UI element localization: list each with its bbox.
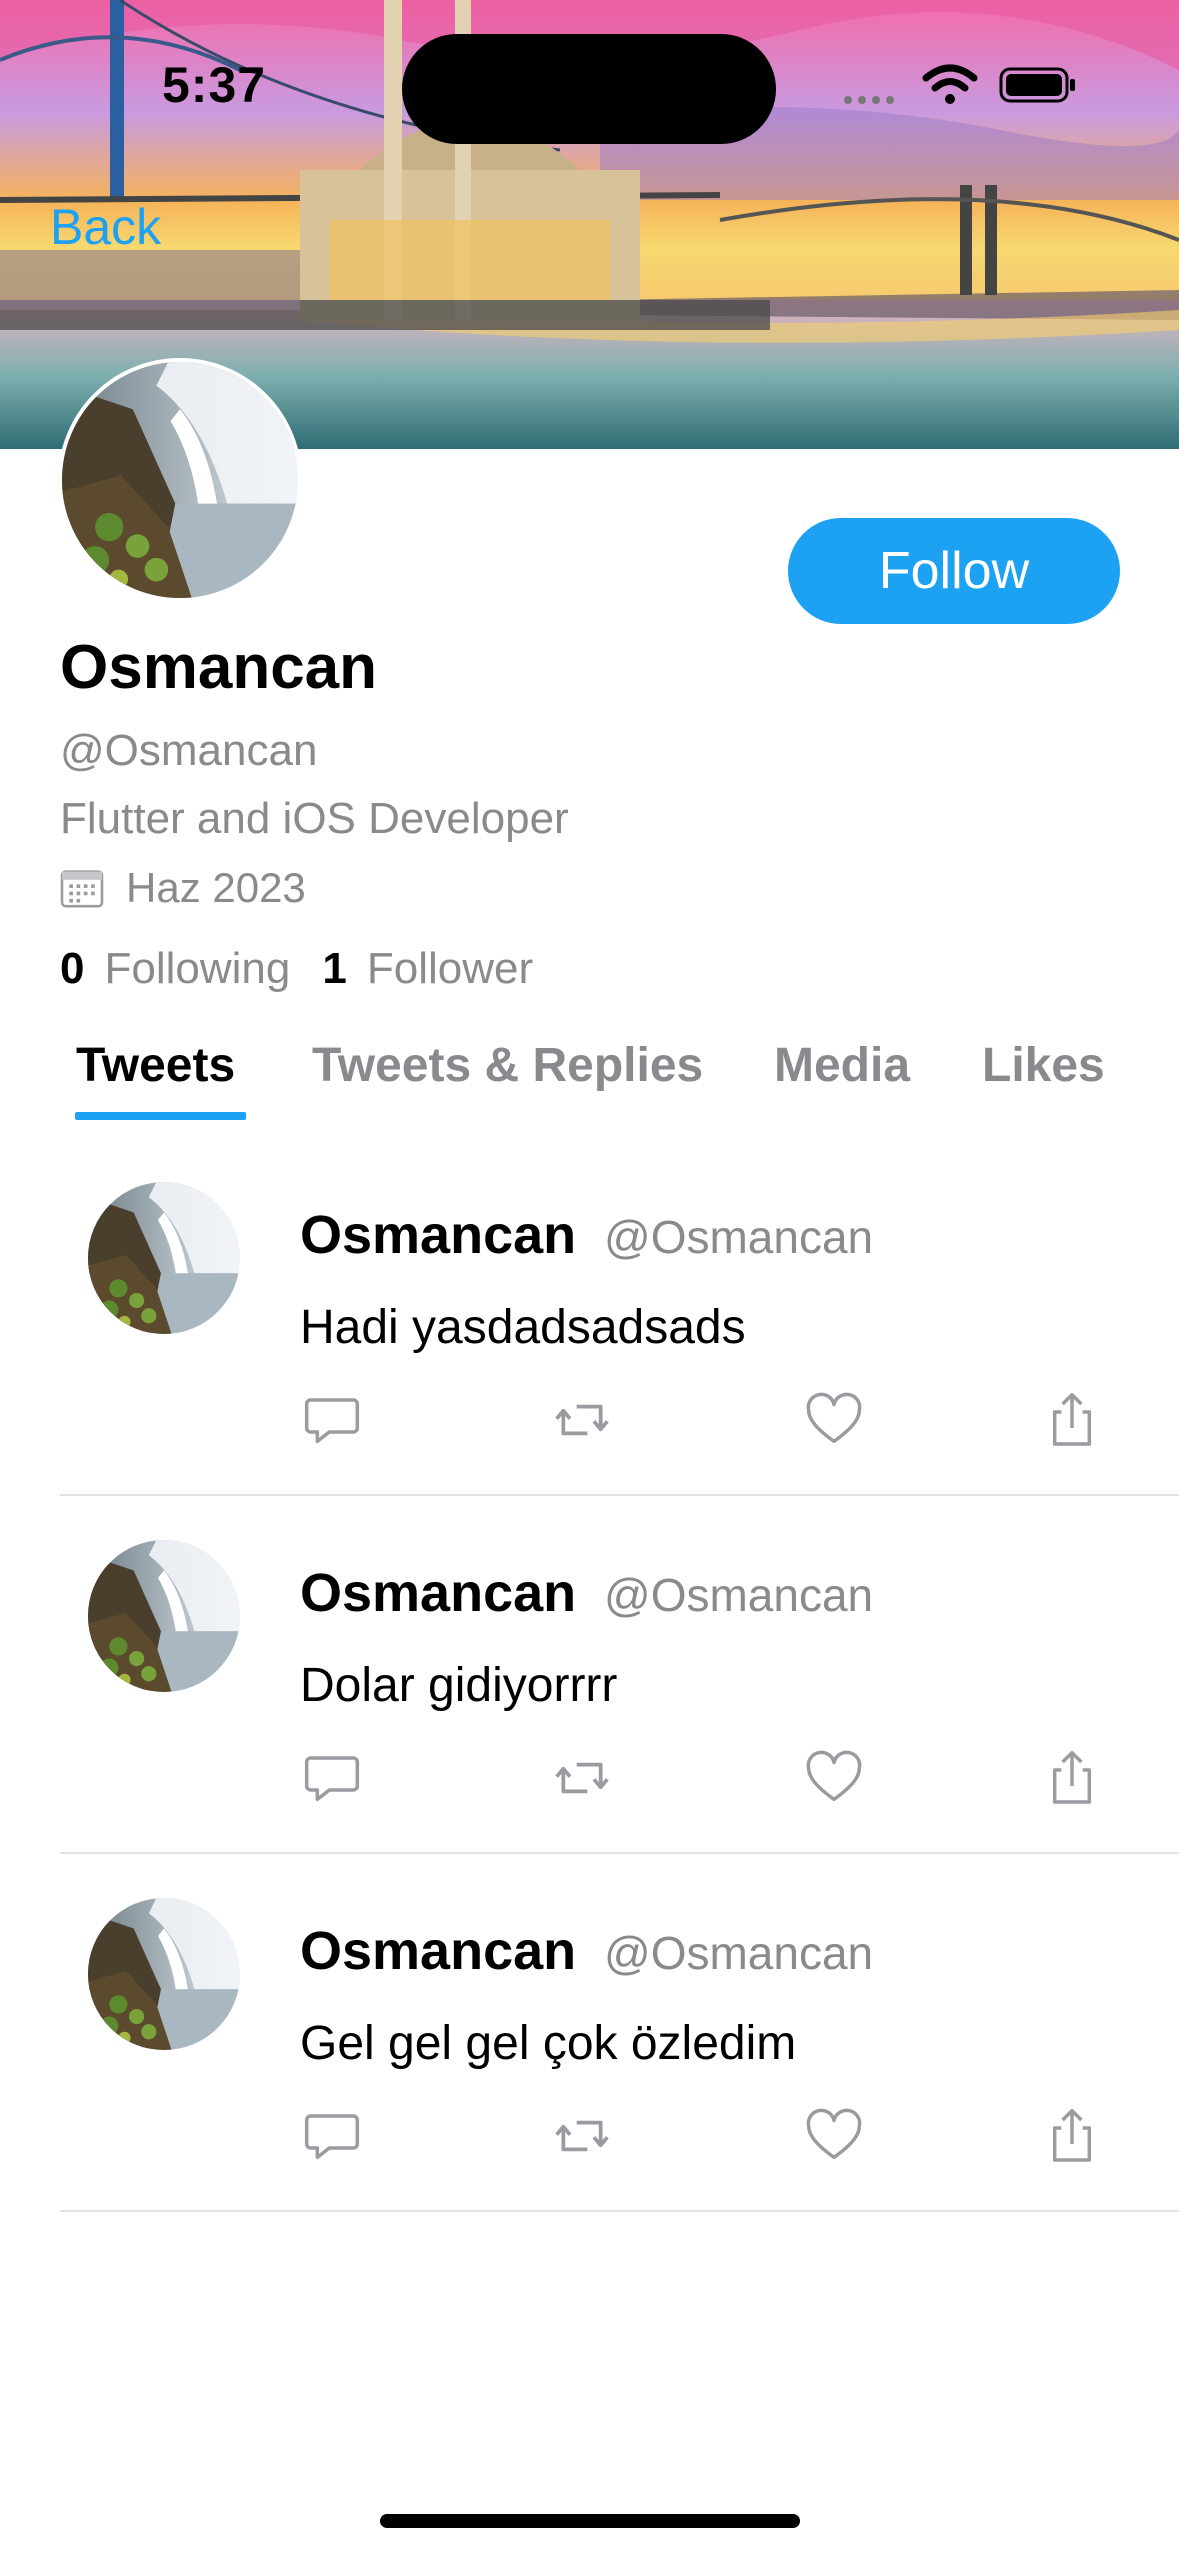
following-count[interactable]: 0 xyxy=(60,944,84,994)
profile-avatar[interactable] xyxy=(58,358,302,602)
dynamic-island xyxy=(402,34,776,144)
comment-icon[interactable] xyxy=(300,1388,364,1452)
tweet-author-name: Osmancan xyxy=(300,1921,577,1981)
heart-icon[interactable] xyxy=(802,1388,866,1452)
tab-tweets-replies[interactable]: Tweets & Replies xyxy=(312,1038,703,1093)
signal-icon xyxy=(844,96,894,104)
profile-bio: Flutter and iOS Developer xyxy=(60,794,569,843)
tweet-text: Hadi yasdadsadsads xyxy=(300,1301,746,1354)
wifi-icon xyxy=(922,64,978,104)
followers-label[interactable]: Follower xyxy=(367,944,533,994)
joined-date-row: Haz 2023 xyxy=(60,862,306,914)
home-indicator[interactable] xyxy=(380,2514,800,2528)
follow-button[interactable]: Follow xyxy=(788,518,1120,624)
back-button[interactable]: Back xyxy=(50,198,161,256)
tweet-item[interactable]: Osmancan @Osmancan Gel gel gel çok özled… xyxy=(0,1898,1179,2256)
tweet-author-name: Osmancan xyxy=(300,1563,577,1623)
tweet-text: Dolar gidiyorrrr xyxy=(300,1659,618,1712)
tweet-divider xyxy=(60,1494,1179,1496)
tab-likes[interactable]: Likes xyxy=(982,1038,1105,1093)
retweet-icon[interactable] xyxy=(550,1746,614,1810)
status-time: 5:37 xyxy=(162,57,267,113)
share-icon[interactable] xyxy=(1040,1388,1104,1452)
heart-icon[interactable] xyxy=(802,1746,866,1810)
tweet-avatar[interactable] xyxy=(88,1182,240,1334)
profile-tabs: Tweets Tweets & Replies Media Likes xyxy=(0,1030,1179,1130)
follow-stats: 0 Following 1 Follower xyxy=(60,944,565,994)
tweet-avatar[interactable] xyxy=(88,1898,240,2050)
tweet-item[interactable]: Osmancan @Osmancan Hadi yasdadsadsads xyxy=(0,1182,1179,1540)
tab-tweets[interactable]: Tweets xyxy=(76,1038,235,1093)
profile-handle: @Osmancan xyxy=(60,726,318,775)
comment-icon[interactable] xyxy=(300,2104,364,2168)
status-icons xyxy=(840,58,1080,108)
followers-count[interactable]: 1 xyxy=(322,944,346,994)
share-icon[interactable] xyxy=(1040,2104,1104,2168)
following-label[interactable]: Following xyxy=(104,944,290,994)
tweet-actions xyxy=(300,2104,1100,2168)
calendar-icon xyxy=(60,870,104,908)
tweet-author-handle: @Osmancan xyxy=(604,1211,874,1263)
tweet-author-name: Osmancan xyxy=(300,1205,577,1265)
tweet-divider xyxy=(60,1852,1179,1854)
profile-display-name: Osmancan xyxy=(60,633,378,702)
heart-icon[interactable] xyxy=(802,2104,866,2168)
active-tab-indicator xyxy=(75,1112,246,1120)
tweet-avatar[interactable] xyxy=(88,1540,240,1692)
retweet-icon[interactable] xyxy=(550,2104,614,2168)
comment-icon[interactable] xyxy=(300,1746,364,1810)
joined-date: Haz 2023 xyxy=(126,864,306,911)
tweet-author-handle: @Osmancan xyxy=(604,1569,874,1621)
tweet-actions xyxy=(300,1746,1100,1810)
tweet-divider xyxy=(60,2210,1179,2212)
tweet-item[interactable]: Osmancan @Osmancan Dolar gidiyorrrr xyxy=(0,1540,1179,1898)
tweet-actions xyxy=(300,1388,1100,1452)
share-icon[interactable] xyxy=(1040,1746,1104,1810)
tweet-author-handle: @Osmancan xyxy=(604,1927,874,1979)
retweet-icon[interactable] xyxy=(550,1388,614,1452)
tweet-text: Gel gel gel çok özledim xyxy=(300,2017,797,2070)
tab-media[interactable]: Media xyxy=(774,1038,910,1093)
battery-icon xyxy=(999,67,1075,103)
